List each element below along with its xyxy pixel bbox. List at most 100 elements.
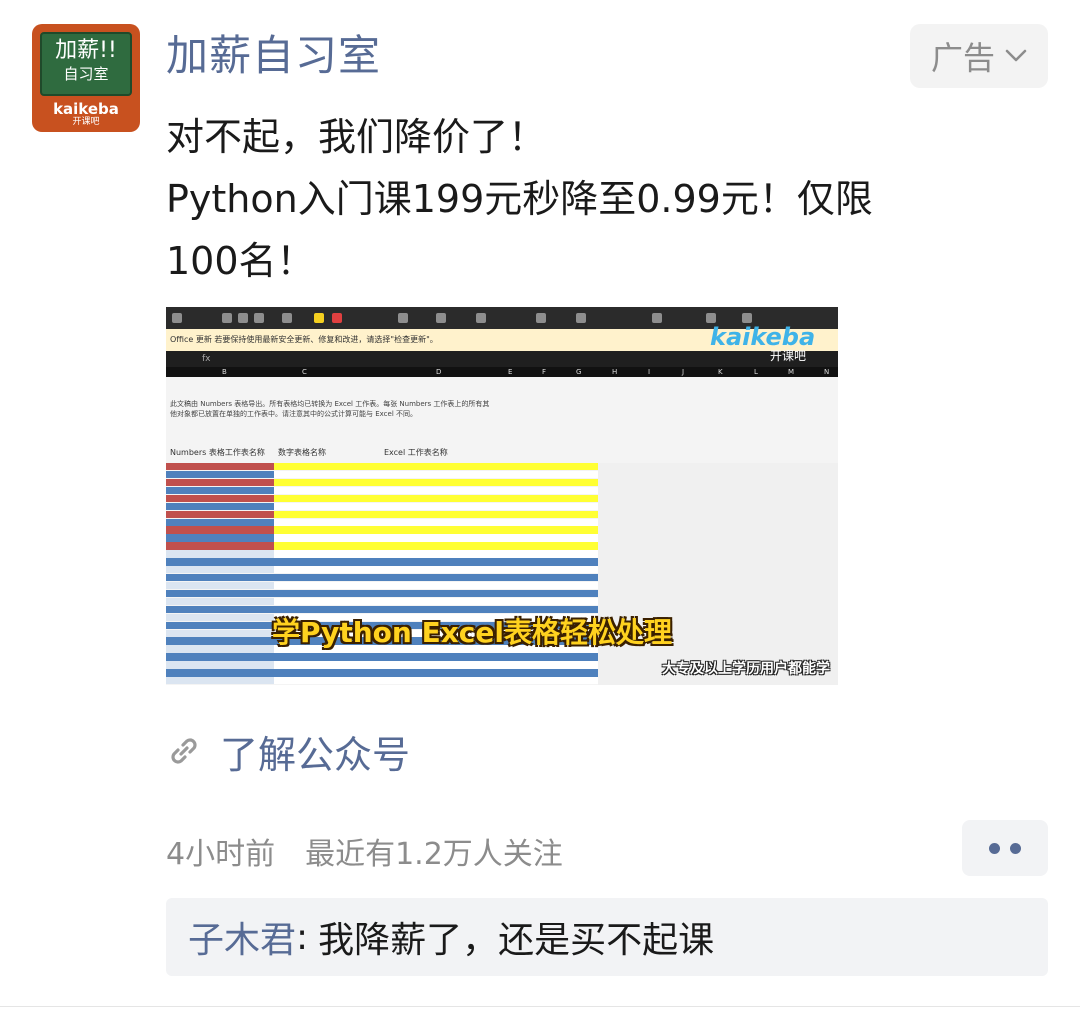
sheet-name-cell [166, 518, 274, 526]
sheet-row [166, 574, 598, 582]
sheet-row [166, 550, 598, 558]
sheet-name-cell [166, 574, 274, 582]
column-letter: K [718, 368, 723, 376]
sheet-row [166, 558, 598, 566]
conditional-format-icon [536, 313, 546, 323]
post-meta: 4小时前 最近有1.2万人关注 [166, 826, 563, 876]
sheet-table-cell [274, 470, 598, 479]
divider [0, 1006, 1080, 1007]
sheet-row [166, 478, 598, 487]
logo-sub: 开课吧 [770, 349, 807, 363]
sheet-row [166, 605, 598, 614]
avatar-brand: kaikeba [53, 100, 119, 118]
column-letter: I [648, 368, 651, 376]
column-letter: N [824, 368, 830, 376]
sheet-row [166, 494, 598, 503]
sheet-table-cell [274, 502, 598, 511]
sheet-name-cell [166, 478, 274, 487]
column-letter: C [302, 368, 307, 376]
sheet-table-cell [274, 510, 598, 518]
sheet-name-cell [166, 605, 274, 614]
logo-text: kaikeba [710, 323, 816, 351]
ad-badge-button[interactable]: 广告 [910, 24, 1048, 88]
sheet-name-cell [166, 502, 274, 511]
sheet-table-cell [274, 463, 598, 471]
header-numbers-table: 数字表格名称 [278, 448, 326, 457]
account-avatar[interactable]: 加薪!! 自习室 kaikeba 开课吧 [32, 24, 140, 132]
sheet-row [166, 661, 598, 669]
sheet-table-cell [274, 669, 598, 677]
sheet-table-cell [274, 526, 598, 534]
edit-icon [706, 313, 716, 323]
sheet-name-cell [166, 550, 274, 558]
column-letter: D [436, 368, 442, 376]
comment-text: 我降薪了，还是买不起课 [318, 920, 715, 961]
header-excel-sheet: Excel 工作表名称 [384, 448, 448, 457]
number-format-icon [476, 313, 486, 323]
font-color-icon [332, 313, 342, 323]
sheet-row [166, 518, 598, 526]
ad-text-line1: 对不起，我们降价了！ [166, 115, 547, 159]
sheet-table-cell [274, 605, 598, 614]
sheet-row [166, 463, 598, 471]
sheet-table-cell [274, 661, 598, 669]
sheet-table-cell [274, 478, 598, 487]
column-letter: L [754, 368, 758, 376]
sheet-name-cell [166, 589, 274, 598]
sheet-name-cell [166, 510, 274, 518]
avatar-chalkboard: 加薪!! 自习室 [40, 32, 132, 96]
learn-account-link[interactable]: 了解公众号 [166, 726, 410, 777]
bold-icon [222, 313, 232, 323]
header-numbers-sheet: Numbers 表格工作表名称 [170, 448, 265, 457]
sheet-table-cell [274, 494, 598, 503]
sheet-row [166, 653, 598, 661]
sheet-row [166, 669, 598, 677]
border-icon [282, 313, 292, 323]
column-letter: E [508, 368, 513, 376]
sheet-row [166, 677, 598, 685]
sheet-table-cell [274, 653, 598, 661]
fx-label: fx [202, 354, 211, 364]
comment-item[interactable]: 子木君 : 我降薪了，还是买不起课 [166, 898, 1048, 976]
column-headers: B C D E F G H I J K L M N [166, 367, 838, 377]
sheet-name-cell [166, 669, 274, 677]
ad-text-line3: 100名！ [166, 239, 315, 283]
sheet-row [166, 470, 598, 479]
sheet-row [166, 534, 598, 542]
sheet-table-cell [274, 518, 598, 526]
sheet-name-cell [166, 463, 274, 471]
kaikeba-logo: kaikeba 开课吧 [710, 323, 834, 363]
column-letter: G [576, 368, 582, 376]
column-letter: J [682, 368, 685, 376]
sheet-name-cell [166, 581, 274, 590]
avatar-board-line1: 加薪!! [55, 38, 117, 63]
sheet-row [166, 526, 598, 534]
comment-user[interactable]: 子木君 [188, 911, 296, 963]
sheet-table-cell [274, 534, 598, 542]
sheet-row [166, 486, 598, 495]
sheet-name-cell [166, 566, 274, 574]
sheet-row [166, 542, 598, 550]
ad-image[interactable]: Office 更新 若要保持使用最新安全更新、修复和改进，请选择"检查更新"。 … [166, 307, 838, 685]
ad-text: 对不起，我们降价了！ Python入门课199元秒降至0.99元！仅限 100名… [166, 106, 1026, 292]
sheet-table-cell [274, 574, 598, 582]
video-caption: 学Python Excel表格轻松处理 [272, 616, 672, 649]
sheet-name-cell [166, 558, 274, 566]
fill-color-icon [314, 313, 324, 323]
avatar-board-line2: 自习室 [63, 65, 109, 83]
chevron-down-icon [1005, 49, 1027, 62]
more-dots-icon [989, 842, 1000, 854]
sheet-row [166, 581, 598, 590]
underline-icon [254, 313, 264, 323]
sheet-name-cell [166, 677, 274, 685]
column-letter: F [542, 368, 547, 376]
more-button[interactable] [962, 820, 1048, 876]
description-text: 此文稿由 Numbers 表格导出。所有表格均已转换为 Excel 工作表。每张… [170, 400, 490, 418]
account-name[interactable]: 加薪自习室 [166, 28, 381, 84]
sheet-name-cell [166, 486, 274, 495]
sheet-table-cell [274, 558, 598, 566]
video-subcaption: 大专及以上学历用户都能学 [662, 661, 830, 677]
sheet-table-cell [274, 542, 598, 550]
sheet-description: 此文稿由 Numbers 表格导出。所有表格均已转换为 Excel 工作表。每张… [170, 399, 490, 419]
column-letter: H [612, 368, 618, 376]
